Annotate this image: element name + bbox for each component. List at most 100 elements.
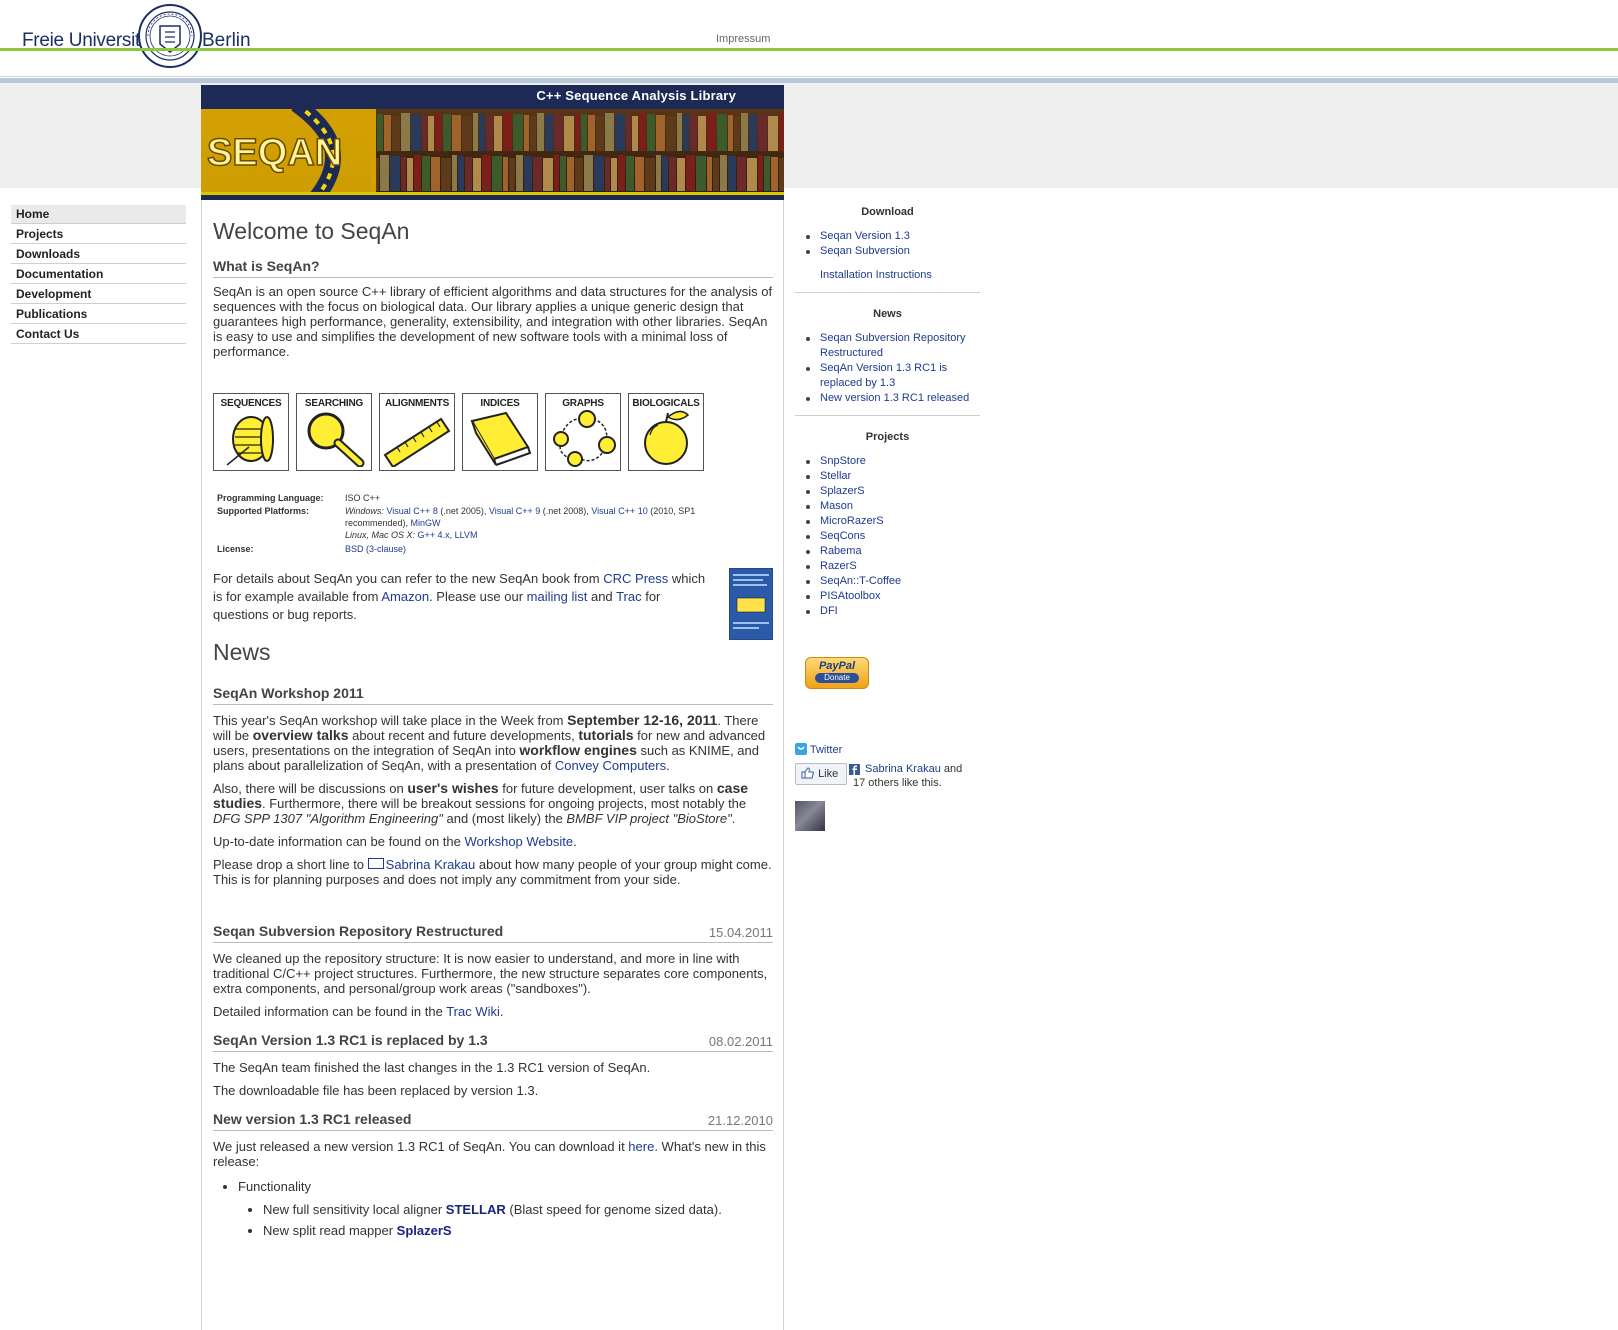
- book-spine: [666, 116, 676, 151]
- book-spine: [524, 156, 532, 191]
- link-seqan-1-3[interactable]: Seqan Version 1.3: [820, 230, 910, 242]
- link-mingw[interactable]: MinGW: [411, 518, 441, 528]
- book-spine: [632, 116, 638, 151]
- book-spine: [768, 116, 778, 151]
- link-convey-computers[interactable]: Convey Computers: [555, 758, 666, 773]
- book-spine: [645, 158, 655, 191]
- link-visual-cpp-9[interactable]: Visual C++ 9: [489, 506, 540, 516]
- book-spine: [707, 157, 712, 191]
- book-spine: [401, 157, 406, 191]
- link-project-dfi[interactable]: DFI: [820, 605, 838, 617]
- book-spine: [422, 115, 427, 151]
- link-visual-cpp-10[interactable]: Visual C++ 10: [591, 506, 647, 516]
- news-date: 21.12.2010: [707, 1113, 773, 1128]
- link-news-svn[interactable]: Seqan Subversion Repository Restructured: [820, 332, 966, 359]
- link-seqan-subversion[interactable]: Seqan Subversion: [820, 245, 910, 257]
- facebook-friend-link[interactable]: Sabrina Krakau: [865, 763, 941, 775]
- book-spine: [575, 113, 580, 151]
- facebook-like-button[interactable]: Like: [795, 763, 847, 785]
- text: for future development, user talks on: [498, 781, 717, 796]
- link-crc-press[interactable]: CRC Press: [603, 571, 668, 586]
- avatar[interactable]: [795, 801, 825, 831]
- sequences-tile[interactable]: SEQUENCES: [213, 393, 289, 471]
- nav-item-home[interactable]: Home: [11, 205, 186, 224]
- rc-released-paragraph: We just released a new version 1.3 RC1 o…: [213, 1139, 773, 1169]
- link-email-sabrina[interactable]: Sabrina Krakau: [386, 857, 476, 872]
- link-mailing-list[interactable]: mailing list: [527, 589, 588, 604]
- paypal-donate-button[interactable]: PayPal Donate: [805, 657, 869, 689]
- link-project-snpstore[interactable]: SnpStore: [820, 455, 866, 467]
- book-spine: [473, 113, 478, 151]
- searching-tile[interactable]: SEARCHING: [296, 393, 372, 471]
- nav-item-documentation[interactable]: Documentation: [11, 265, 186, 284]
- book-spine: [677, 113, 682, 151]
- book-spine: [533, 157, 542, 191]
- link-trac-wiki[interactable]: Trac Wiki: [446, 1004, 500, 1019]
- link-workshop-website[interactable]: Workshop Website: [465, 834, 574, 849]
- svn-heading: Seqan Subversion Repository Restructured…: [213, 924, 773, 943]
- text: New split read mapper: [263, 1223, 397, 1238]
- link-project-rabema[interactable]: Rabema: [820, 545, 862, 557]
- twitter-link[interactable]: Twitter: [810, 744, 842, 756]
- book-spine: [537, 113, 544, 151]
- impressum-link[interactable]: Impressum: [716, 33, 770, 45]
- link-splazers[interactable]: SplazerS: [397, 1223, 452, 1238]
- text: Detailed information can be found in the: [213, 1004, 447, 1019]
- link-news-rc-released[interactable]: New version 1.3 RC1 released: [820, 392, 969, 404]
- list-item: SnpStore: [806, 454, 980, 469]
- link-stellar[interactable]: STELLAR: [446, 1202, 506, 1217]
- projects-heading: Projects: [865, 431, 910, 443]
- book-spine: [749, 114, 757, 151]
- book-spine: [443, 114, 451, 151]
- graphs-tile[interactable]: GRAPHS: [545, 393, 621, 471]
- link-project-pisatoolbox[interactable]: PISAtoolbox: [820, 590, 881, 602]
- sidebar-news-heading: News: [873, 308, 902, 320]
- book-spine: [741, 113, 748, 151]
- book-spine: [639, 113, 646, 151]
- nav-item-contact-us[interactable]: Contact Us: [11, 325, 186, 344]
- link-project-razers[interactable]: RazerS: [820, 560, 857, 572]
- link-project-seqcons[interactable]: SeqCons: [820, 530, 865, 542]
- link-project-microrazers[interactable]: MicroRazerS: [820, 515, 884, 527]
- alignments-tile[interactable]: ALIGNMENTS: [379, 393, 455, 471]
- book-spine: [503, 157, 508, 191]
- link-download-here[interactable]: here: [628, 1139, 654, 1154]
- book-spine: [567, 157, 574, 191]
- link-visual-cpp-8[interactable]: Visual C++ 8: [386, 506, 437, 516]
- book-cover-image[interactable]: [729, 568, 773, 640]
- book-spine: [779, 113, 784, 151]
- link-project-splazers[interactable]: SplazerS: [820, 485, 865, 497]
- svn-paragraph-1: We cleaned up the repository structure: …: [213, 951, 768, 996]
- paypal-label: PayPal: [818, 660, 856, 672]
- link-trac[interactable]: Trac: [616, 589, 642, 604]
- license-link[interactable]: BSD (3-clause): [345, 543, 755, 555]
- nav-item-projects[interactable]: Projects: [11, 225, 186, 244]
- book-spine: [588, 115, 595, 151]
- workshop-paragraph-2: Also, there will be discussions on user'…: [213, 781, 773, 827]
- nav-item-downloads[interactable]: Downloads: [11, 245, 186, 264]
- right-sidebar: Download Seqan Version 1.3 Seqan Subvers…: [795, 205, 980, 831]
- list-item: SeqAn::T-Coffee: [806, 574, 980, 589]
- link-project-stellar[interactable]: Stellar: [820, 470, 851, 482]
- link-news-rc-replaced[interactable]: SeqAn Version 1.3 RC1 is replaced by 1.3: [820, 362, 947, 389]
- link-installation-instructions[interactable]: Installation Instructions: [820, 269, 932, 281]
- link-gcc[interactable]: G++ 4.x: [418, 530, 450, 540]
- book-spine: [452, 155, 457, 191]
- book-spine: [575, 158, 583, 191]
- svn-heading-text: Seqan Subversion Repository Restructured: [213, 923, 504, 939]
- link-llvm[interactable]: LLVM: [455, 530, 478, 540]
- rc-released-heading: New version 1.3 RC1 released 21.12.2010: [213, 1112, 773, 1131]
- book-spine: [392, 116, 400, 151]
- nav-item-publications[interactable]: Publications: [11, 305, 186, 324]
- link-project-mason[interactable]: Mason: [820, 500, 853, 512]
- link-amazon[interactable]: Amazon: [381, 589, 429, 604]
- text: . Furthermore, there will be breakout se…: [262, 796, 747, 811]
- nav-item-development[interactable]: Development: [11, 285, 186, 304]
- biologicals-tile[interactable]: BIOLOGICALS: [628, 393, 704, 471]
- graph-icon: [553, 410, 616, 467]
- book-spine: [564, 116, 574, 151]
- indices-tile[interactable]: INDICES: [462, 393, 538, 471]
- book-spine: [737, 157, 746, 191]
- link-project-tcoffee[interactable]: SeqAn::T-Coffee: [820, 575, 901, 587]
- seqan-banner: C++ Sequence Analysis Library SEQAN: [201, 85, 784, 200]
